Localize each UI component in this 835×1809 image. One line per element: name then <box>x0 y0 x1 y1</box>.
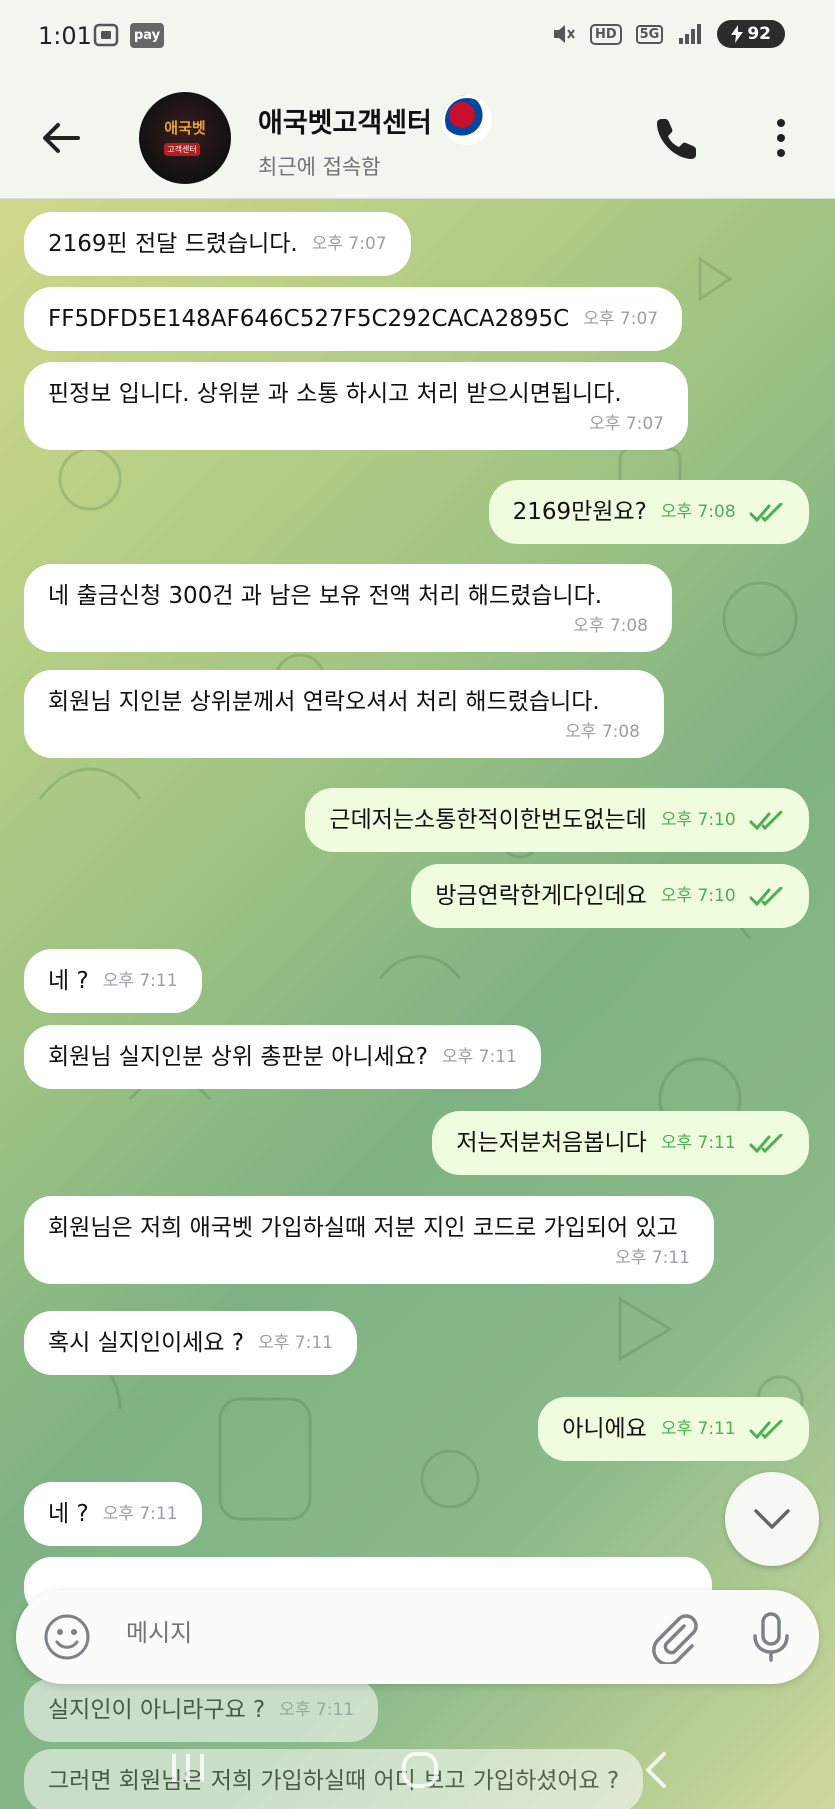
message-bubble-outgoing[interactable]: 아니에요 오후 7:11 <box>538 1397 809 1461</box>
message-text: 네 ? <box>48 1501 89 1527</box>
message-time: 오후 7:07 <box>311 234 387 254</box>
message-time: 오후 7:11 <box>279 1700 355 1720</box>
message-time: 오후 7:08 <box>565 722 640 742</box>
message-time: 오후 7:11 <box>660 1419 736 1439</box>
mic-icon[interactable] <box>746 1610 796 1664</box>
read-check-icon <box>749 1134 783 1154</box>
message-text: 핀정보 입니다. 상위분 과 소통 하시고 처리 받으시면됩니다. <box>48 381 622 407</box>
message-time: 오후 7:11 <box>258 1333 333 1353</box>
avatar-logo-text: 애국벳 <box>164 119 206 138</box>
message-bubble[interactable]: 회원님 지인분 상위분께서 연락오셔서 처리 해드렸습니다. 오후 7:08 <box>24 670 664 758</box>
message-bubble[interactable]: 회원님 실지인분 상위 총판분 아니세요? 오후 7:11 <box>24 1025 541 1089</box>
message-bubble-outgoing[interactable]: 2169만원요? 오후 7:08 <box>488 480 809 544</box>
chat-subtitle: 최근에 접속함 <box>258 155 381 179</box>
attach-icon[interactable] <box>648 1612 700 1664</box>
message-bubble-outgoing[interactable]: 근데저는소통한적이한번도없는데 오후 7:10 <box>305 788 809 852</box>
message-time: 오후 7:11 <box>102 1504 178 1524</box>
back-arrow-icon[interactable] <box>38 115 84 161</box>
message-time: 오후 7:10 <box>660 886 736 906</box>
signal-icon <box>679 24 702 44</box>
network-5g-icon: 5G <box>635 24 664 44</box>
status-time: 1:01 <box>38 22 92 50</box>
mute-icon <box>553 25 575 43</box>
phone-icon[interactable] <box>653 113 703 163</box>
message-input-bar <box>16 1590 819 1684</box>
home-icon[interactable] <box>400 1750 440 1790</box>
hd-badge: HD <box>589 23 622 45</box>
read-check-icon <box>749 503 783 523</box>
chevron-down-icon <box>754 1509 790 1529</box>
message-text: 2169만원요? <box>512 499 647 525</box>
status-left-icons: pay <box>92 22 165 48</box>
message-bubble[interactable]: 회원님은 저희 애국벳 가입하실때 저분 지인 코드로 가입되어 있고 오후 7… <box>24 1196 714 1284</box>
message-time: 오후 7:10 <box>660 810 736 830</box>
battery-level: 92 <box>747 24 771 44</box>
screenshot-icon <box>93 23 119 47</box>
chat-title: 애국벳고객센터 <box>258 107 432 139</box>
emoji-icon[interactable] <box>42 1612 92 1662</box>
message-bubble[interactable]: 혹시 실지인이세요 ? 오후 7:11 <box>24 1311 357 1375</box>
message-text: 실지인이 아니라구요 ? <box>48 1697 266 1723</box>
message-text: 저는저분처음봅니다 <box>456 1130 647 1156</box>
message-bubble[interactable]: 네 ? 오후 7:11 <box>24 949 202 1013</box>
recent-apps-icon[interactable] <box>168 1750 208 1786</box>
scroll-to-bottom-button[interactable] <box>725 1472 819 1566</box>
message-text: FF5DFD5E148AF646C527F5C292CACA2895C <box>48 306 570 332</box>
system-nav-bar <box>0 1730 835 1809</box>
message-time: 오후 7:11 <box>615 1248 690 1268</box>
avatar-logo-sub: 고객센터 <box>164 142 200 156</box>
message-time: 오후 7:11 <box>102 971 178 991</box>
chat-header: 애국벳 고객센터 애국벳고객센터 최근에 접속함 <box>0 75 835 199</box>
message-bubble[interactable]: 네 ? 오후 7:11 <box>24 1482 202 1546</box>
charging-icon <box>731 25 744 43</box>
message-time: 오후 7:07 <box>589 414 664 434</box>
message-text: 회원님은 저희 애국벳 가입하실때 저분 지인 코드로 가입되어 있고 <box>48 1215 678 1241</box>
message-text: 회원님 지인분 상위분께서 연락오셔서 처리 해드렸습니다. <box>48 689 600 715</box>
message-time: 오후 7:08 <box>573 616 648 636</box>
message-input[interactable] <box>124 1618 548 1648</box>
message-text: 혹시 실지인이세요 ? <box>48 1330 245 1356</box>
message-bubble-outgoing[interactable]: 저는저분처음봅니다 오후 7:11 <box>432 1111 809 1175</box>
status-bar: 1:01 pay HD 5G 92 <box>0 0 835 75</box>
message-text: 근데저는소통한적이한번도없는데 <box>329 807 647 833</box>
chat-title-row: 애국벳고객센터 <box>258 95 492 145</box>
message-text: 아니에요 <box>562 1416 647 1442</box>
back-nav-icon[interactable] <box>640 1750 670 1790</box>
more-vert-icon[interactable] <box>770 115 792 161</box>
title-wrap[interactable]: 애국벳고객센터 최근에 접속함 <box>258 95 492 181</box>
avatar[interactable]: 애국벳 고객센터 <box>139 92 231 184</box>
chat-area[interactable]: 2169핀 전달 드렸습니다. 오후 7:07 FF5DFD5E148AF646C… <box>0 199 835 1809</box>
message-time: 오후 7:07 <box>583 309 659 329</box>
status-right: HD 5G 92 <box>550 20 785 48</box>
read-check-icon <box>749 811 783 831</box>
read-check-icon <box>749 887 783 907</box>
message-time: 오후 7:08 <box>660 502 736 522</box>
message-text: 회원님 실지인분 상위 총판분 아니세요? <box>48 1044 429 1070</box>
pay-badge: pay <box>130 22 165 48</box>
message-bubble[interactable]: 핀정보 입니다. 상위분 과 소통 하시고 처리 받으시면됩니다. 오후 7:0… <box>24 362 688 450</box>
message-time: 오후 7:11 <box>442 1047 517 1067</box>
battery-indicator: 92 <box>717 20 785 48</box>
message-bubble[interactable]: 2169핀 전달 드렸습니다. 오후 7:07 <box>24 212 411 276</box>
message-text: 네 출금신청 300건 과 남은 보유 전액 처리 해드렸습니다. <box>48 583 603 609</box>
message-text: 2169핀 전달 드렸습니다. <box>48 231 298 257</box>
message-bubble[interactable]: FF5DFD5E148AF646C527F5C292CACA2895C 오후 7:… <box>24 287 683 351</box>
message-text: 네 ? <box>48 968 89 994</box>
message-time: 오후 7:11 <box>660 1133 736 1153</box>
flag-emoji-icon <box>441 95 492 145</box>
message-text: 방금연락한게다인데요 <box>435 883 647 909</box>
message-bubble[interactable]: 네 출금신청 300건 과 남은 보유 전액 처리 해드렸습니다. 오후 7:0… <box>24 564 672 652</box>
read-check-icon <box>749 1420 783 1440</box>
message-bubble-outgoing[interactable]: 방금연락한게다인데요 오후 7:10 <box>411 864 809 928</box>
